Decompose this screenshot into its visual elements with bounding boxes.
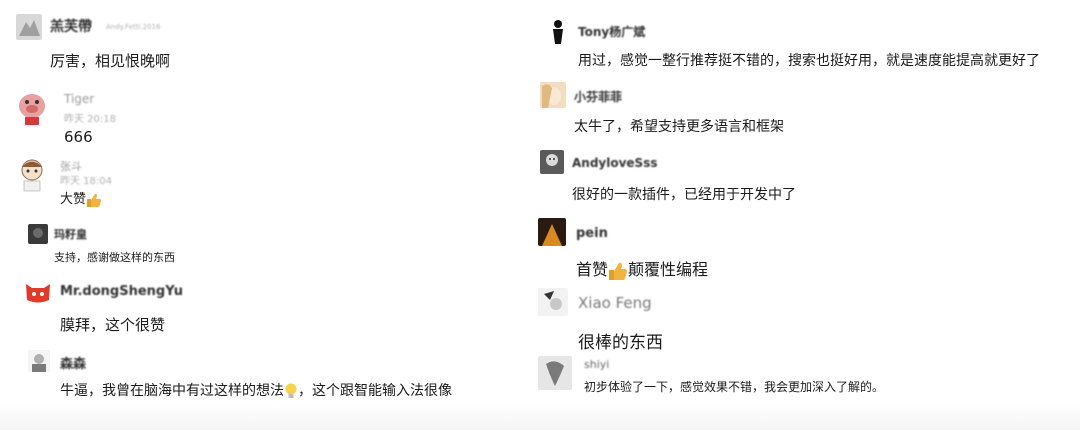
avatar-icon (538, 356, 572, 390)
lightbulb-icon (285, 383, 297, 398)
comment-time: 昨天 20:18 (64, 114, 116, 125)
avatar[interactable] (538, 356, 572, 390)
comment-text: 用过，感觉一整行推荐挺不错的，搜索也挺好用，就是速度能提高就更好了 (578, 53, 1040, 69)
avatar-icon (16, 14, 42, 40)
avatar-icon (538, 288, 568, 316)
comment-text: 膜拜，这个很赞 (60, 316, 166, 334)
avatar[interactable] (28, 224, 48, 244)
avatar-icon (540, 82, 566, 108)
comment-column-right: Tony杨广斌 用过，感觉一整行推荐挺不错的，搜索也挺好用，就是速度能提高就更好… (530, 0, 1080, 430)
thumbs-up-icon (609, 262, 628, 280)
avatar-icon (540, 150, 564, 174)
avatar[interactable] (540, 150, 564, 174)
thumbs-up-icon (87, 193, 102, 207)
comment-author[interactable]: AndyloveSss (572, 156, 658, 170)
avatar[interactable] (538, 218, 566, 246)
silhouette-avatar-icon (546, 18, 570, 44)
comment-author[interactable]: pein (576, 226, 608, 241)
comment-text-content: 首赞 (576, 260, 609, 279)
comment-author[interactable]: Xiao Feng (578, 294, 652, 312)
comment-author[interactable]: 森森 (60, 353, 86, 372)
comment-author[interactable]: 玛籽皇 (54, 226, 87, 242)
avatar[interactable] (24, 280, 52, 304)
avatar[interactable] (538, 288, 568, 316)
avatar[interactable] (16, 156, 48, 192)
avatar-icon (28, 350, 50, 372)
comment-text-continued: 颠覆性编程 (628, 260, 709, 279)
comment-text: 首赞 颠覆性编程 (576, 256, 708, 281)
comment-author[interactable]: 小芬菲菲 (574, 88, 622, 105)
pig-avatar-icon (19, 94, 45, 125)
comment-text-content: 牛逼，我曾在脑海中有过这样的想法 (60, 383, 284, 399)
cartoon-avatar-icon (21, 159, 43, 192)
comment-time: 昨天 18:04 (60, 176, 112, 187)
comment-author[interactable]: 羔芙帶 (50, 16, 92, 36)
comment-author[interactable]: shiyi (584, 358, 609, 371)
red-cat-avatar-icon (26, 284, 50, 303)
bottom-shadow (0, 405, 1080, 430)
avatar[interactable] (28, 350, 50, 372)
comment-text: 大赞 (60, 188, 102, 208)
avatar[interactable] (540, 82, 566, 108)
avatar[interactable] (16, 90, 48, 126)
comment-column-left: 羔芙帶 Andy.Fetti.2016 厉害，相见恨晚啊 Tiger 昨天 20… (0, 0, 520, 430)
comment-text: 太牛了，希望支持更多语言和框架 (574, 119, 784, 135)
comment-author[interactable]: Tiger (64, 92, 94, 106)
comment-text: 很棒的东西 (578, 333, 663, 353)
comment-text: 支持，感谢做这样的东西 (54, 251, 175, 264)
avatar-icon (538, 218, 566, 246)
comment-text: 666 (64, 128, 93, 146)
comment-author[interactable]: Mr.dongShengYu (60, 284, 183, 299)
comment-text: 很好的一款插件，已经用于开发中了 (572, 187, 796, 203)
avatar[interactable] (546, 18, 570, 44)
comment-text-content: 大赞 (60, 192, 87, 207)
comment-text: 厉害，相见恨晚啊 (50, 52, 171, 70)
comment-text: 牛逼，我曾在脑海中有过这样的想法 ，这个跟智能输入法很像 (60, 380, 452, 400)
comment-text-continued: ，这个跟智能输入法很像 (298, 383, 452, 399)
comment-author[interactable]: Tony杨广斌 (578, 23, 645, 40)
avatar-icon (28, 224, 48, 244)
comment-author-id: Andy.Fetti.2016 (106, 23, 161, 31)
avatar[interactable] (16, 14, 42, 40)
comment-text: 初步体验了一下，感觉效果不错，我会更加深入了解的。 (584, 380, 885, 394)
